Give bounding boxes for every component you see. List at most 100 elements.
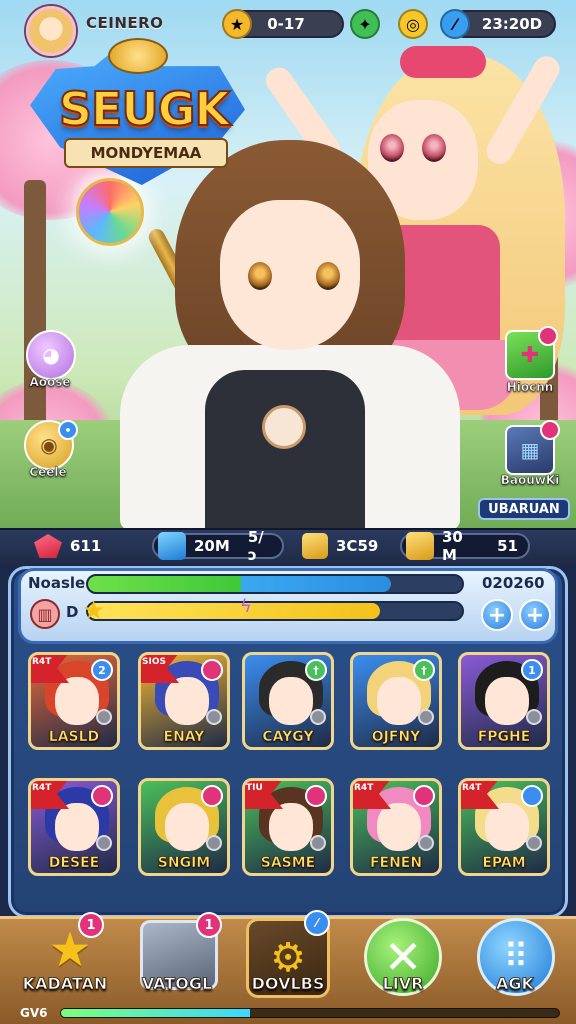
gift-icon: ✚	[520, 342, 540, 368]
currency-stars-value: 0-17	[267, 15, 305, 33]
character-card[interactable]: R4T EPAM	[458, 778, 550, 876]
character-card[interactable]: † CAYGY	[242, 652, 334, 750]
gear-icon	[96, 709, 112, 725]
character-name: EPAM	[482, 855, 526, 872]
character-portrait	[165, 803, 209, 851]
character-card[interactable]: R4T DESEE	[28, 778, 120, 876]
character-name: SASME	[260, 855, 316, 872]
character-card[interactable]: † OJFNY	[350, 652, 442, 750]
heroine-blonde-eye	[422, 134, 446, 162]
character-portrait	[485, 677, 529, 725]
element-icon	[413, 785, 435, 807]
star-coin-icon: ★	[222, 9, 252, 39]
energy-bar	[86, 574, 464, 594]
currency-crystals-value: 23:20D	[481, 15, 543, 33]
character-card[interactable]: TIU SASME	[242, 778, 334, 876]
coins-value: 30 M	[442, 528, 463, 564]
gold-cube-icon	[302, 533, 328, 559]
lightning-icon: ϟ	[240, 596, 252, 617]
character-card[interactable]: SIOS ENAY	[138, 652, 230, 750]
gold-value: 3C59	[336, 537, 379, 555]
status-label-1: Noasle	[28, 574, 86, 592]
character-portrait	[485, 803, 529, 851]
element-icon	[521, 785, 543, 807]
nav-agk-label: AGK	[496, 974, 535, 994]
shop-badge	[540, 420, 560, 440]
gift-badge	[538, 326, 558, 346]
status-value-1: 020260	[482, 574, 545, 592]
character-card[interactable]: 1 FPGHE	[458, 652, 550, 750]
character-name: OJFNY	[371, 729, 421, 746]
element-icon: †	[413, 659, 435, 681]
element-icon: †	[305, 659, 327, 681]
xp-bar	[60, 1008, 560, 1018]
game-logo-subtitle: MONDYEMAA	[64, 138, 228, 168]
shop-icon: ▦	[520, 438, 540, 462]
side-label-left-2: Ceele	[29, 465, 67, 480]
add-progress-button[interactable]: +	[519, 599, 551, 631]
side-label-right-1: Hiocnn	[506, 380, 554, 395]
nav-dovlbs-badge: ⁄	[304, 910, 330, 936]
character-card[interactable]: R4T FENEN	[350, 778, 442, 876]
resource-gems[interactable]: 611	[34, 533, 101, 559]
heroine-blonde-eye	[380, 134, 404, 162]
resource-stamina[interactable]: 20M 5/ↄ	[152, 528, 284, 564]
treasure-badge: •	[58, 420, 78, 440]
gear-icon	[526, 835, 542, 851]
coins-suffix: 51	[497, 537, 518, 555]
green-gem-icon[interactable]: ✦	[350, 9, 380, 39]
basket-icon[interactable]: ▥	[30, 599, 60, 629]
element-icon	[305, 785, 327, 807]
gear-icon	[96, 835, 112, 851]
gold-coin-icon[interactable]: ◎	[398, 9, 428, 39]
heroine-brunette-eye	[248, 262, 272, 290]
heroine-blonde-bow	[400, 46, 486, 78]
character-portrait	[165, 677, 209, 725]
event-banner[interactable]: UBARUAN	[478, 498, 570, 520]
add-energy-button[interactable]: +	[481, 599, 513, 631]
stamina-value: 20M	[194, 537, 230, 555]
element-icon	[201, 659, 223, 681]
character-card[interactable]: 2 R4T LASLD	[28, 652, 120, 750]
element-icon: 2	[91, 659, 113, 681]
status-label-2: D	[66, 603, 79, 621]
pet-icon: ◕	[42, 343, 60, 367]
character-card[interactable]: SNGIM	[138, 778, 230, 876]
nav-dovlbs-label: DOVLBS	[251, 974, 325, 994]
rainbow-orb	[76, 178, 144, 246]
resource-gold[interactable]: 3C59	[302, 533, 378, 559]
gear-icon	[310, 709, 326, 725]
character-name: CAYGY	[262, 729, 314, 746]
nav-vatogl-label: VATOGL	[141, 974, 213, 994]
resource-coins[interactable]: 30 M 51	[400, 528, 530, 564]
element-icon	[201, 785, 223, 807]
player-name: CEINERO	[86, 14, 164, 32]
character-portrait	[55, 803, 99, 851]
character-portrait	[269, 677, 313, 725]
character-portrait	[377, 677, 421, 725]
progress-bar	[86, 601, 464, 621]
heroine-brunette-vest	[205, 370, 365, 530]
stamina-suffix: 5/ↄ	[247, 528, 264, 564]
gems-value: 611	[70, 537, 102, 555]
ruby-gem-icon	[34, 534, 62, 558]
nav-vatogl-badge: 1	[196, 912, 222, 938]
energy-bar-fill	[88, 576, 391, 592]
side-label-left-1: Aoose	[29, 375, 71, 390]
nav-livr-label: LIVR	[382, 974, 424, 994]
tree-trunk	[24, 180, 46, 440]
xp-bar-fill	[61, 1009, 251, 1017]
plus-icon: +	[525, 602, 545, 628]
character-portrait	[55, 677, 99, 725]
progress-bar-fill	[88, 603, 380, 619]
gear-icon	[526, 709, 542, 725]
character-name: FPGHE	[477, 729, 531, 746]
character-name: DESEE	[48, 855, 100, 872]
element-icon: 1	[521, 659, 543, 681]
character-portrait	[377, 803, 421, 851]
player-avatar[interactable]	[26, 6, 76, 56]
nav-kadatan-label: KADATAN	[22, 974, 108, 994]
pet-button[interactable]: ◕	[26, 330, 76, 380]
gold-block-icon	[406, 532, 434, 560]
nav-kadatan-badge: 1	[78, 912, 104, 938]
